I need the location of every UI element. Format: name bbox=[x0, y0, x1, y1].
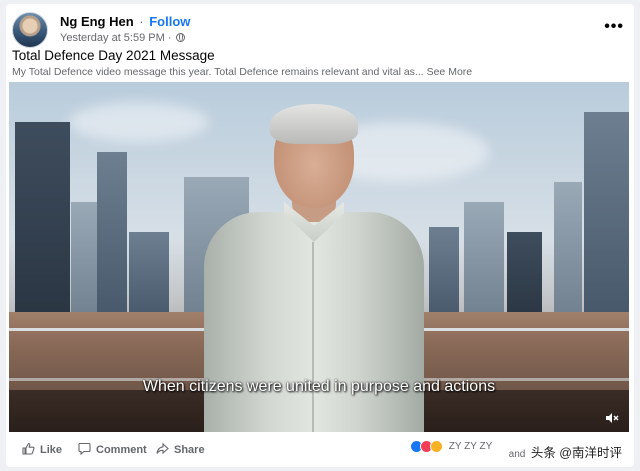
post-card: Ng Eng Hen · Follow Yesterday at 5:59 PM… bbox=[6, 4, 634, 467]
mute-icon[interactable] bbox=[605, 412, 619, 424]
like-button[interactable]: Like bbox=[22, 442, 62, 456]
speaker-shirt bbox=[204, 212, 424, 432]
thumbs-up-icon bbox=[22, 442, 35, 455]
background-building bbox=[554, 182, 582, 322]
comment-label: Comment bbox=[96, 444, 147, 456]
post-timestamp[interactable]: Yesterday at 5:59 PM bbox=[60, 32, 165, 44]
background-building bbox=[507, 232, 542, 322]
reaction-names: ZY ZY ZY bbox=[448, 441, 493, 452]
background-building bbox=[129, 232, 169, 322]
author-name[interactable]: Ng Eng Hen bbox=[60, 14, 134, 29]
comment-icon bbox=[78, 442, 91, 455]
watermark: and 头条 @南洋时评 bbox=[509, 442, 622, 461]
comment-button[interactable]: Comment bbox=[78, 442, 147, 456]
post-meta: Yesterday at 5:59 PM · bbox=[60, 32, 185, 44]
see-more-link[interactable]: See More bbox=[427, 66, 473, 78]
share-icon bbox=[156, 442, 169, 455]
video-caption: When citizens were united in purpose and… bbox=[142, 378, 496, 395]
author-line: Ng Eng Hen · Follow bbox=[60, 14, 190, 29]
post-header: Ng Eng Hen · Follow Yesterday at 5:59 PM… bbox=[12, 12, 628, 52]
background-building bbox=[97, 152, 127, 322]
background-building bbox=[464, 202, 504, 322]
background-building bbox=[429, 227, 459, 322]
background-cloud bbox=[69, 102, 209, 142]
background-building bbox=[584, 112, 629, 322]
video-player[interactable]: When citizens were united in purpose and… bbox=[9, 82, 629, 432]
more-options-button[interactable]: ••• bbox=[604, 18, 624, 36]
reaction-and-label: and bbox=[508, 449, 526, 460]
separator-dot: · bbox=[135, 14, 148, 29]
separator-dot: · bbox=[167, 32, 172, 44]
description-text: My Total Defence video message this year… bbox=[12, 66, 424, 78]
avatar[interactable] bbox=[12, 12, 48, 48]
share-button[interactable]: Share bbox=[156, 442, 205, 456]
watermark-text: 头条 @南洋时评 bbox=[530, 446, 622, 460]
follow-button[interactable]: Follow bbox=[149, 14, 190, 29]
globe-icon bbox=[175, 33, 185, 42]
background-building bbox=[15, 122, 70, 322]
like-label: Like bbox=[40, 444, 63, 456]
care-reaction-icon bbox=[430, 440, 443, 453]
post-title: Total Defence Day 2021 Message bbox=[12, 48, 215, 63]
share-label: Share bbox=[174, 444, 205, 456]
post-description: My Total Defence video message this year… bbox=[12, 66, 472, 78]
speaker-hair bbox=[270, 104, 358, 144]
background-building bbox=[71, 202, 97, 322]
shirt-placket bbox=[312, 242, 314, 432]
reaction-summary[interactable]: ZY ZY ZY bbox=[410, 440, 492, 456]
